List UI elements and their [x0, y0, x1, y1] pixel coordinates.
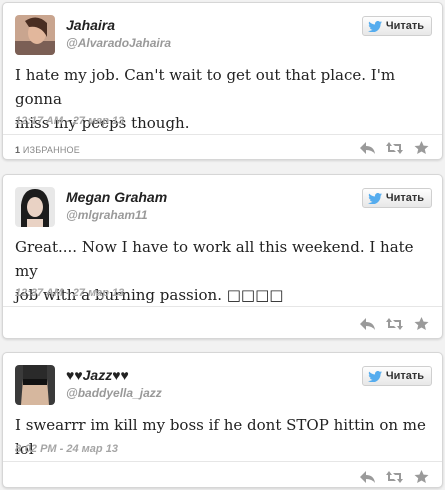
tweet-card: ♥♥Jazz♥♥ @baddyella_jazz Читать I swearr…: [2, 352, 443, 488]
divider: [3, 134, 442, 135]
reply-icon[interactable]: [359, 141, 376, 155]
twitter-bird-icon: [367, 370, 382, 382]
date: 24 мар 13: [66, 443, 118, 455]
author-handle[interactable]: @AlvaradoJahaira: [66, 36, 171, 50]
date: 27 мар 13: [72, 115, 125, 127]
avatar[interactable]: [15, 365, 55, 405]
divider: [3, 306, 442, 307]
date-separator: -: [59, 443, 64, 455]
follow-label: Читать: [385, 20, 424, 32]
follow-label: Читать: [385, 370, 424, 382]
favorite-star-icon[interactable]: [413, 141, 430, 155]
author-name[interactable]: Megan Graham: [66, 189, 167, 205]
favorites-label: ИЗБРАННОЕ: [22, 145, 80, 155]
tweet-card: Megan Graham @mlgraham11 Читать Great...…: [2, 174, 443, 339]
time: 8:02 PM: [15, 443, 57, 455]
follow-label: Читать: [385, 192, 424, 204]
date-separator: -: [65, 287, 70, 299]
favorites-count[interactable]: 1 ИЗБРАННОЕ: [15, 145, 80, 155]
twitter-bird-icon: [367, 20, 382, 32]
date: 27 мар 13: [72, 287, 125, 299]
author-name[interactable]: Jahaira: [66, 17, 115, 33]
tweet-text-line: Great.... Now I have to work all this we…: [15, 238, 414, 280]
follow-button[interactable]: Читать: [361, 188, 432, 208]
avatar[interactable]: [15, 187, 55, 227]
date-separator: -: [65, 115, 70, 127]
author-handle[interactable]: @mlgraham11: [66, 208, 148, 222]
author-handle[interactable]: @baddyella_jazz: [66, 386, 162, 400]
tweet-text-line: I hate my job. Can't wait to get out tha…: [15, 66, 396, 108]
twitter-bird-icon: [367, 192, 382, 204]
retweet-icon[interactable]: [386, 470, 403, 484]
tweet-timestamp[interactable]: 12:17 AM - 27 мар 13: [15, 115, 124, 127]
time: 12:17 AM: [15, 115, 63, 127]
favorites-number: 1: [15, 145, 21, 155]
tweet-actions: [359, 470, 430, 484]
retweet-icon[interactable]: [386, 141, 403, 155]
favorite-star-icon[interactable]: [413, 317, 430, 331]
reply-icon[interactable]: [359, 470, 376, 484]
time: 12:37 AM: [15, 287, 63, 299]
tweet-actions: [359, 317, 430, 331]
follow-button[interactable]: Читать: [361, 366, 432, 386]
retweet-icon[interactable]: [386, 317, 403, 331]
follow-button[interactable]: Читать: [361, 16, 432, 36]
favorite-star-icon[interactable]: [413, 470, 430, 484]
avatar[interactable]: [15, 15, 55, 55]
tweet-timestamp[interactable]: 8:02 PM - 24 мар 13: [15, 443, 118, 455]
tweet-actions: [359, 141, 430, 155]
author-name[interactable]: ♥♥Jazz♥♥: [66, 367, 129, 383]
divider: [3, 461, 442, 462]
tweet-card: Jahaira @AlvaradoJahaira Читать I hate m…: [2, 2, 443, 160]
reply-icon[interactable]: [359, 317, 376, 331]
tweet-timestamp[interactable]: 12:37 AM - 27 мар 13: [15, 287, 124, 299]
